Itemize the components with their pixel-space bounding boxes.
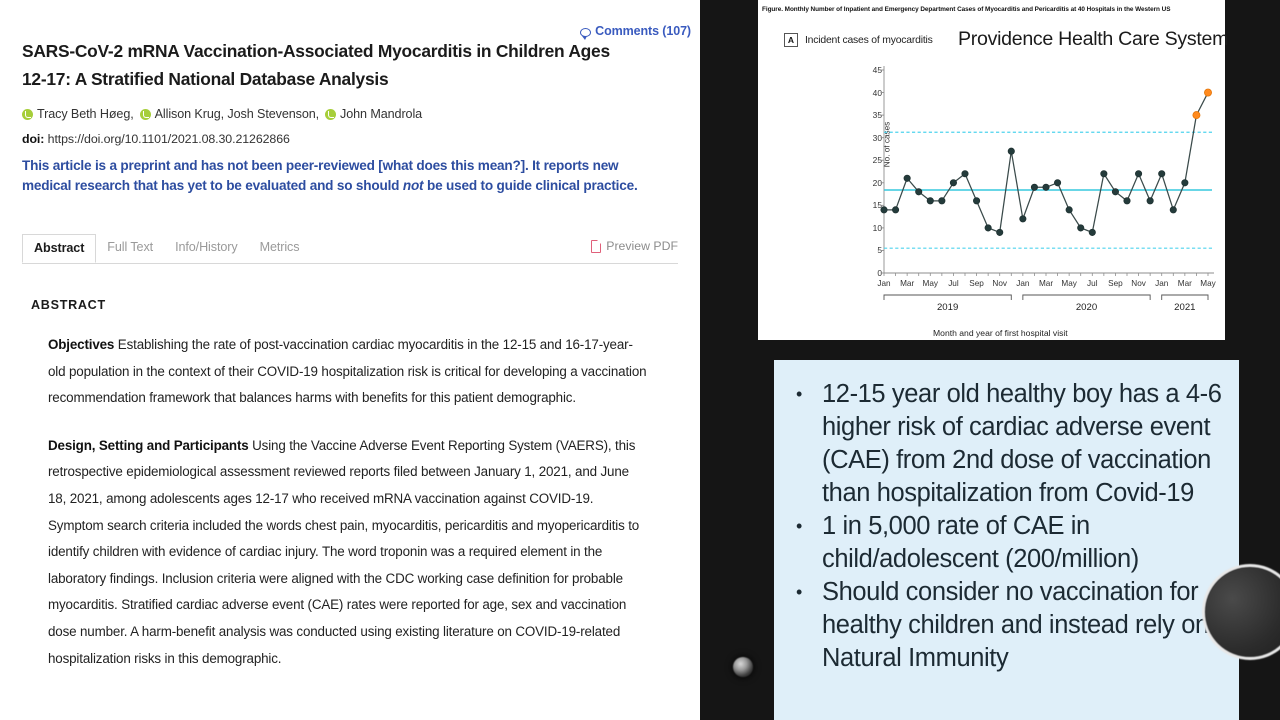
- tab-info-history[interactable]: Info/History: [164, 234, 249, 261]
- chart-x-tick-label: Jul: [1087, 279, 1098, 288]
- bullet-glyph: •: [796, 384, 802, 404]
- preprint-notice-part2: be used to guide clinical practice.: [423, 177, 638, 193]
- chart-x-tick-label: Mar: [1177, 279, 1192, 288]
- chart-x-tick-label: Jul: [948, 279, 959, 288]
- list-item: • 1 in 5,000 rate of CAE in child/adoles…: [788, 510, 1225, 576]
- chart-x-tick-label: May: [1200, 279, 1216, 288]
- chart-x-tick-label: Sep: [969, 279, 984, 288]
- paragraph-heading: Design, Setting and Participants: [48, 437, 249, 453]
- figure-card: Figure. Monthly Number of Inpatient and …: [758, 0, 1228, 340]
- pdf-file-icon: [591, 239, 602, 253]
- callout-box: • 12-15 year old healthy boy has a 4-6 h…: [774, 360, 1239, 720]
- callout-bullet-text: 1 in 5,000 rate of CAE in child/adolesce…: [822, 512, 1139, 573]
- chart-x-tick-label: Mar: [1038, 279, 1054, 288]
- abstract-paragraph: Objectives Establishing the rate of post…: [48, 332, 648, 412]
- comment-bubble-icon: [580, 27, 592, 40]
- doi-value[interactable]: https://doi.org/10.1101/2021.08.30.21262…: [48, 132, 290, 146]
- screenshot-root: Comments (107) SARS-CoV-2 mRNA Vaccinati…: [0, 0, 1280, 720]
- author-name[interactable]: Allison Krug, Josh Stevenson,: [155, 107, 320, 121]
- chart-year-label: 2019: [936, 302, 959, 313]
- comments-label: Comments (107): [595, 24, 691, 38]
- chart-x-tick-label: Nov: [992, 279, 1007, 288]
- article-tabs: Abstract Full Text Info/History Metrics …: [22, 234, 678, 264]
- doi-line: doi: https://doi.org/10.1101/2021.08.30.…: [22, 132, 290, 146]
- tab-full-text[interactable]: Full Text: [96, 234, 164, 261]
- abstract-paragraph: Design, Setting and Participants Using t…: [48, 433, 648, 672]
- chart-year-label: 2020: [1075, 302, 1098, 313]
- callout-bullet-text: 12-15 year old healthy boy has a 4-6 hig…: [822, 380, 1222, 507]
- paragraph-heading: Objectives: [48, 337, 115, 352]
- paragraph-text: Establishing the rate of post-vaccinatio…: [48, 337, 647, 406]
- callout-bullet-text: Should consider no vaccination for healt…: [822, 578, 1209, 672]
- orcid-icon[interactable]: [22, 108, 33, 120]
- abstract-heading: ABSTRACT: [31, 298, 106, 312]
- chart-x-tick-label: Mar: [900, 279, 915, 288]
- chart-x-axis-label: Month and year of first hospital visit: [933, 328, 1068, 338]
- bullet-glyph: •: [796, 516, 802, 536]
- chart-x-tick-label: Jan: [877, 279, 891, 288]
- chart-x-ticks: Jan Mar May Jul Sep Nov Jan Mar May Jul Sep Nov Jan M…: [758, 0, 1225, 340]
- tab-abstract[interactable]: Abstract: [22, 234, 97, 263]
- list-item: • 12-15 year old healthy boy has a 4-6 h…: [788, 378, 1225, 510]
- orcid-icon[interactable]: [325, 108, 337, 120]
- comments-link[interactable]: Comments (107): [580, 24, 691, 40]
- chart-x-tick-label: May: [1061, 279, 1077, 288]
- list-item: • Should consider no vaccination for hea…: [788, 576, 1225, 675]
- orcid-icon[interactable]: [139, 108, 151, 120]
- chart-x-tick-label: May: [922, 279, 939, 288]
- preprint-notice-italic: not: [402, 177, 424, 193]
- preview-pdf-button[interactable]: Preview PDF: [591, 239, 678, 253]
- chart-year-label: 2021: [1174, 302, 1196, 313]
- presentation-slide-pane: Figure. Monthly Number of Inpatient and …: [700, 0, 1280, 720]
- webcam-blob-small: [733, 657, 753, 677]
- author-list: Tracy Beth Høeg, Allison Krug, Josh Stev…: [22, 107, 428, 121]
- callout-bullet-list: • 12-15 year old healthy boy has a 4-6 h…: [788, 378, 1225, 675]
- chart-x-tick-label: Sep: [1108, 279, 1123, 288]
- paragraph-text: Using the Vaccine Adverse Event Reportin…: [48, 437, 640, 666]
- preprint-notice: This article is a preprint and has not b…: [22, 156, 654, 195]
- author-name[interactable]: John Mandrola: [340, 107, 422, 121]
- tab-metrics[interactable]: Metrics: [249, 234, 311, 261]
- biorxiv-article-pane: Comments (107) SARS-CoV-2 mRNA Vaccinati…: [0, 0, 700, 720]
- chart-x-tick-label: Jan: [1016, 279, 1030, 288]
- bullet-glyph: •: [796, 582, 802, 602]
- preview-pdf-label: Preview PDF: [606, 239, 678, 253]
- author-name[interactable]: Tracy Beth Høeg,: [37, 107, 134, 121]
- doi-label: doi:: [22, 132, 45, 146]
- myocarditis-case-chart: No. of cases 0 5 10 15 20 25 30 35 40 45 Jan Mar Ma…: [758, 0, 1225, 340]
- chart-x-tick-label: Nov: [1131, 279, 1146, 288]
- chart-x-tick-label: Jan: [1155, 279, 1169, 288]
- page-title: SARS-CoV-2 mRNA Vaccination-Associated M…: [22, 41, 610, 89]
- abstract-body: Objectives Establishing the rate of post…: [48, 332, 648, 693]
